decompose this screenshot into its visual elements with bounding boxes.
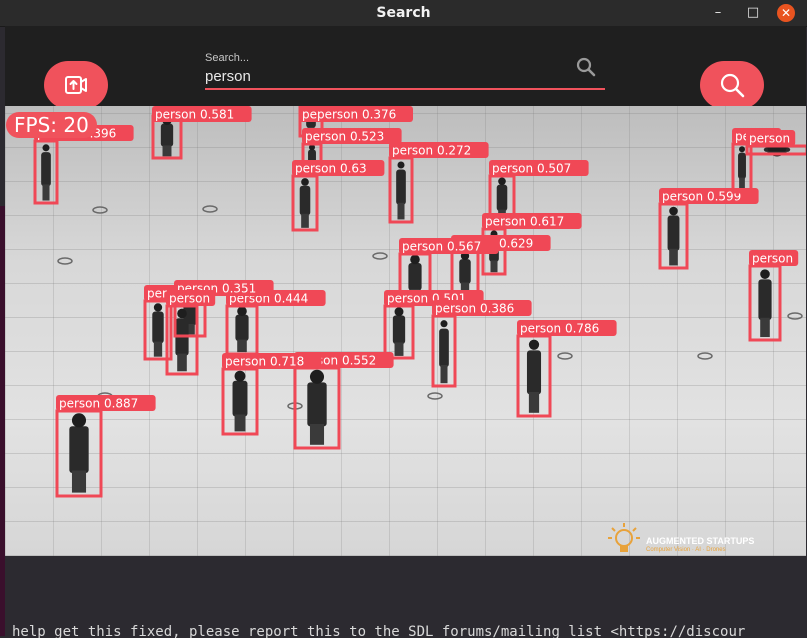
person-head — [42, 144, 50, 152]
person-legs — [669, 248, 678, 266]
person-legs — [42, 184, 50, 201]
person-head — [760, 269, 770, 279]
floor-marker — [427, 392, 443, 400]
floor-marker — [57, 257, 73, 265]
person-head — [71, 413, 87, 428]
person-legs — [162, 145, 172, 157]
detections-layer: person 0.396person 0.581peperson 0.376pe… — [33, 106, 806, 498]
detection-label: person 0.523 — [305, 130, 384, 144]
person-figure — [41, 152, 51, 187]
person-figure — [232, 380, 248, 417]
person-figure — [496, 184, 508, 212]
search-underline — [205, 88, 605, 90]
person-head — [153, 303, 163, 312]
detection-label: person 0.567 — [402, 240, 481, 254]
upload-icon — [65, 76, 87, 94]
person-legs — [528, 392, 540, 413]
person-figure — [667, 215, 680, 251]
person-figure — [738, 152, 746, 180]
detection-label: person — [752, 252, 793, 266]
person-head — [410, 254, 420, 265]
window-title: Search — [376, 5, 431, 21]
person-figure — [69, 426, 89, 474]
person-head — [669, 206, 678, 216]
detection-label: person 0.786 — [520, 322, 599, 336]
detection-label: person 0.386 — [435, 302, 514, 316]
detection-label: person 0.272 — [392, 144, 471, 158]
person-legs — [153, 341, 163, 357]
fps-counter: FPS: 20 — [6, 112, 97, 138]
floor-marker — [92, 206, 108, 214]
lightbulb-icon — [608, 523, 640, 552]
person-legs — [237, 339, 247, 353]
search-button[interactable] — [700, 61, 764, 109]
person-legs — [440, 365, 448, 384]
person-head — [528, 339, 540, 350]
detection-label: person 0.887 — [59, 397, 138, 411]
watermark: AUGMENTED STARTUPS Computer Vision · AI … — [604, 520, 774, 556]
magnifier-icon[interactable] — [575, 56, 597, 78]
person-legs — [177, 353, 187, 372]
person-head — [739, 146, 745, 153]
person-head — [177, 308, 187, 319]
person-legs — [71, 470, 87, 493]
detection-label: person — [749, 132, 790, 146]
upload-video-button[interactable] — [44, 61, 108, 109]
person-head — [237, 306, 247, 317]
person-figure — [235, 314, 249, 342]
floor-marker — [372, 252, 388, 260]
detection-label: person 0.63 — [295, 162, 367, 176]
person-head — [440, 320, 448, 328]
detection-label: person 0.507 — [492, 162, 571, 176]
person-figure — [152, 311, 164, 344]
search-field: Search... — [205, 52, 605, 92]
person-figure — [396, 169, 406, 205]
person-figure — [439, 328, 449, 368]
floor-marker — [202, 205, 218, 213]
search-icon — [720, 73, 745, 98]
detection-label: peperson 0.376 — [302, 108, 396, 122]
detection-label: person 0.581 — [155, 108, 234, 122]
search-input[interactable] — [205, 66, 575, 86]
close-button[interactable]: ✕ — [777, 4, 795, 22]
person-head — [234, 370, 246, 382]
detection-label: person 0.718 — [225, 355, 304, 369]
person-figure — [392, 315, 406, 344]
person-head — [309, 369, 325, 384]
detection-label: person — [169, 292, 210, 306]
person-head — [498, 177, 506, 186]
search-label: Search... — [205, 52, 250, 64]
person-legs — [234, 414, 246, 432]
person-figure — [459, 259, 471, 284]
floor-marker — [697, 352, 713, 360]
person-legs — [394, 342, 404, 356]
person-figure — [526, 350, 542, 395]
person-legs — [760, 317, 770, 338]
person-head — [301, 178, 309, 186]
window-titlebar: Search – □ ✕ — [0, 0, 807, 27]
detection-label: person 0.599 — [662, 190, 741, 204]
minimize-button[interactable]: – — [709, 4, 727, 22]
floor-marker — [557, 352, 573, 360]
video-frame: person 0.396person 0.581peperson 0.376pe… — [5, 106, 806, 556]
watermark-subtitle: Computer Vision · AI · Drones — [646, 547, 726, 553]
person-figure — [299, 185, 311, 216]
person-figure — [307, 382, 327, 427]
person-legs — [397, 202, 405, 220]
floor-marker — [787, 312, 803, 320]
person-figure — [758, 279, 772, 321]
person-legs — [301, 213, 309, 228]
detection-label: person 0.617 — [485, 215, 564, 229]
person-legs — [490, 260, 498, 273]
person-head — [394, 307, 404, 317]
person-figure — [408, 263, 422, 291]
person-head — [397, 161, 405, 169]
person-legs — [309, 424, 325, 445]
person-figure — [160, 123, 174, 147]
watermark-title: AUGMENTED STARTUPS — [646, 536, 755, 546]
maximize-button[interactable]: □ — [744, 4, 762, 22]
